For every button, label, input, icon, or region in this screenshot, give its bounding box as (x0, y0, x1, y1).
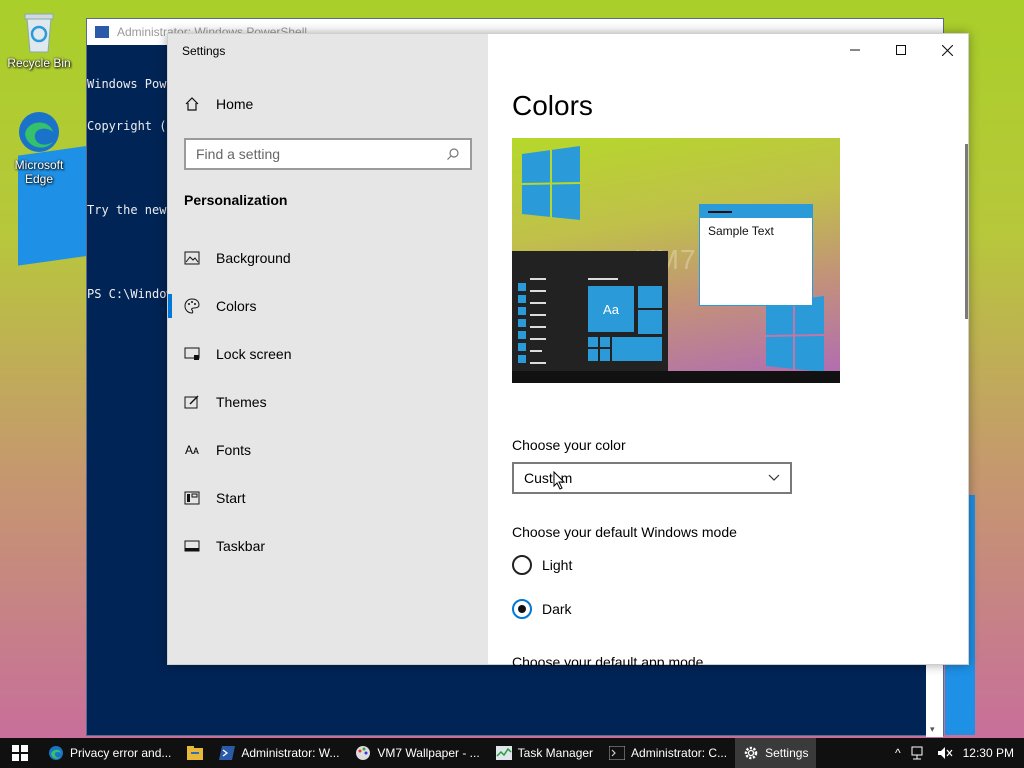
nav-label: Themes (216, 394, 267, 410)
scroll-down-icon[interactable]: ▾ (930, 724, 935, 735)
task-manager-icon (495, 746, 512, 760)
fonts-icon: Aᴀ (185, 443, 199, 457)
choose-color-label: Choose your color (512, 437, 626, 453)
network-icon[interactable] (911, 746, 927, 760)
nav-label: Colors (216, 298, 257, 314)
powershell-icon (95, 26, 109, 38)
radio-label: Dark (542, 601, 572, 617)
preview-sample-window: Sample Text (699, 204, 813, 306)
preview-taskbar (512, 371, 840, 383)
taskbar-item-task-manager[interactable]: Task Manager (488, 738, 601, 768)
nav-label: Start (216, 490, 246, 506)
volume-muted-icon[interactable] (937, 746, 953, 760)
chevron-up-icon[interactable]: ^ (895, 746, 901, 760)
desktop-icon-recycle-bin[interactable]: Recycle Bin (4, 10, 74, 70)
radio-light[interactable]: Light (512, 555, 572, 575)
preview-sample-text: Sample Text (708, 224, 774, 238)
close-icon (941, 44, 953, 56)
nav-label: Lock screen (216, 346, 292, 362)
powershell-scrollbar[interactable]: ▾ (926, 665, 943, 737)
content-scrollbar[interactable] (965, 144, 968, 319)
search-input[interactable]: Find a setting (184, 138, 472, 170)
taskbar-item-label: Administrator: W... (241, 746, 340, 760)
desktop-icon-edge[interactable]: Microsoft Edge (4, 108, 74, 186)
taskbar-item-paint[interactable]: VM7 Wallpaper - ... (347, 738, 487, 768)
minimize-icon (850, 49, 860, 51)
gear-icon (744, 746, 758, 760)
taskbar: Privacy error and... Administrator: W...… (0, 738, 1024, 768)
taskbar-item-settings[interactable]: Settings (735, 738, 817, 768)
desktop-icon-label: Recycle Bin (7, 56, 71, 70)
taskbar-icon (184, 538, 200, 554)
nav-item-themes[interactable]: Themes (168, 378, 488, 426)
settings-window[interactable]: Settings Home Find a setting Personaliza… (167, 33, 970, 666)
windows-logo-icon (521, 146, 581, 220)
taskbar-item-label: VM7 Wallpaper - ... (377, 746, 480, 760)
palette-icon (184, 298, 200, 314)
taskbar-item-edge[interactable]: Privacy error and... (40, 738, 179, 768)
settings-content: Colors VM7 Aa (488, 34, 970, 666)
search-icon (447, 148, 459, 160)
nav-item-start[interactable]: Start (168, 474, 488, 522)
windows-start-icon (12, 745, 28, 761)
clock[interactable]: 12:30 PM (963, 746, 1014, 760)
edge-icon (19, 112, 59, 152)
chevron-down-icon (768, 474, 780, 481)
home-button[interactable]: Home (184, 96, 253, 112)
taskbar-item-cmd[interactable]: Administrator: C... (601, 738, 735, 768)
settings-nav: Background Colors Lock screen Themes Aᴀ … (168, 234, 488, 570)
cmd-icon (609, 746, 626, 760)
section-heading: Personalization (184, 192, 288, 208)
start-icon (184, 490, 200, 506)
settings-sidebar: Settings Home Find a setting Personaliza… (168, 34, 488, 664)
nav-item-colors[interactable]: Colors (168, 282, 488, 330)
desktop-icon-label: Microsoft Edge (14, 158, 64, 186)
window-controls (832, 34, 970, 66)
radio-dark[interactable]: Dark (512, 599, 572, 619)
home-label: Home (216, 96, 254, 112)
taskbar-item-label: Administrator: C... (631, 746, 728, 760)
nav-item-background[interactable]: Background (168, 234, 488, 282)
close-button[interactable] (924, 34, 970, 66)
system-tray: ^ 12:30 PM (895, 746, 1024, 760)
taskbar-item-label: Settings (765, 746, 809, 760)
picture-icon (184, 250, 200, 266)
radio-circle[interactable] (512, 599, 532, 619)
preview-tile: Aa (588, 286, 634, 332)
powershell-icon (219, 746, 236, 760)
lock-screen-icon (184, 346, 200, 362)
app-mode-label: Choose your default app mode (512, 654, 704, 666)
app-title: Settings (182, 44, 226, 58)
nav-label: Taskbar (216, 538, 266, 554)
windows-logo-small-icon (765, 296, 825, 372)
start-button[interactable] (0, 738, 40, 768)
minimize-button[interactable] (832, 34, 878, 66)
themes-icon (184, 394, 200, 410)
nav-label: Fonts (216, 442, 252, 458)
search-placeholder: Find a setting (196, 146, 281, 162)
maximize-button[interactable] (878, 34, 924, 66)
edge-icon (49, 746, 63, 760)
taskbar-item-label: Privacy error and... (70, 746, 172, 760)
radio-label: Light (542, 557, 573, 573)
nav-item-taskbar[interactable]: Taskbar (168, 522, 488, 570)
taskbar-item-powershell[interactable]: Administrator: W... (211, 738, 347, 768)
nav-item-lock-screen[interactable]: Lock screen (168, 330, 488, 378)
mouse-cursor-icon (553, 471, 566, 490)
home-icon (185, 97, 199, 111)
radio-circle[interactable] (512, 555, 532, 575)
windows-mode-label: Choose your default Windows mode (512, 524, 737, 540)
nav-label: Background (216, 250, 291, 266)
preview-sample-titlebar (700, 205, 812, 218)
page-title: Colors (512, 90, 593, 121)
maximize-icon (896, 45, 906, 55)
color-preview: VM7 Aa Sample Text (512, 138, 840, 383)
taskbar-item-label: Task Manager (517, 746, 594, 760)
taskbar-item-file-explorer[interactable] (179, 738, 211, 768)
paint-icon (356, 746, 371, 760)
recycle-bin-icon (24, 13, 54, 53)
file-explorer-icon (187, 746, 204, 760)
nav-item-fonts[interactable]: Aᴀ Fonts (168, 426, 488, 474)
